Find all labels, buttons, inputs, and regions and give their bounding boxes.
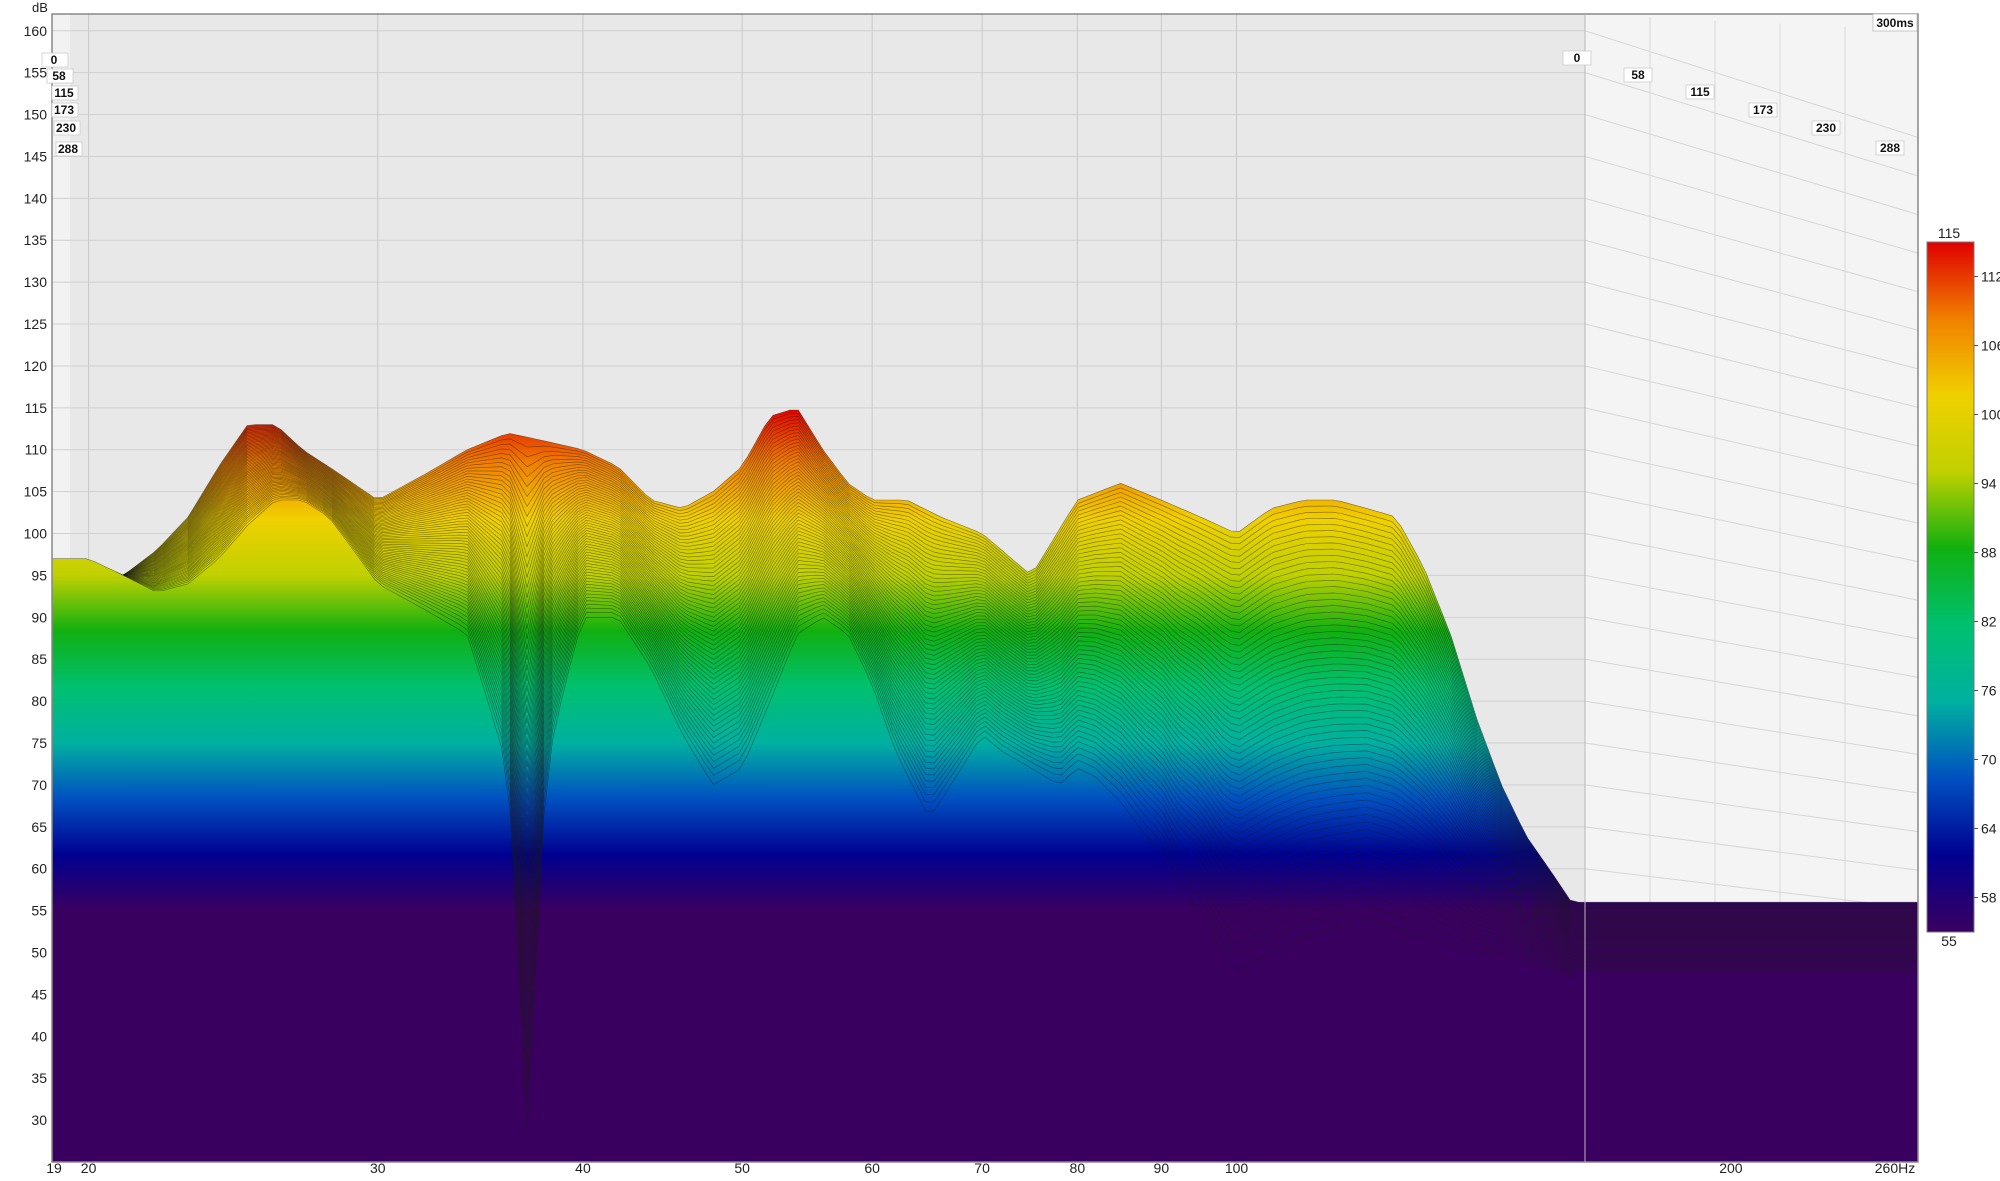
y-tick-label: 35 (31, 1070, 47, 1086)
legend-min-label: 55 (1941, 933, 1957, 949)
y-tick-label: 30 (31, 1112, 47, 1128)
x-tick-label: 200 (1719, 1160, 1743, 1176)
legend-tick-label: 64 (1981, 821, 1997, 837)
x-tick-label: 40 (575, 1160, 591, 1176)
time-slice-marker: 115 (1685, 84, 1715, 100)
legend-colorbar (1926, 241, 1975, 933)
legend-tick-label: 82 (1981, 614, 1997, 630)
time-slice-label: 230 (1816, 121, 1836, 135)
x-tick-label: 20 (81, 1160, 97, 1176)
time-slice-marker-left: 173 (51, 102, 79, 118)
y-tick-label: 65 (31, 819, 47, 835)
time-slice-label: 115 (1690, 85, 1710, 99)
y-tick-label: 150 (24, 107, 48, 123)
legend-tick-label: 58 (1981, 890, 1997, 906)
y-tick-label: 90 (31, 609, 47, 625)
y-tick-label: 110 (25, 442, 48, 458)
x-tick-label: 50 (734, 1160, 750, 1176)
y-tick-label: 85 (31, 651, 47, 667)
x-tick-label: 19 (46, 1160, 62, 1176)
legend-tick-label: 94 (1981, 476, 1997, 492)
y-tick-label: 75 (31, 735, 47, 751)
time-slice-label-left: 0 (51, 53, 58, 67)
waterfall-chart: dB 30 35 40 45 50 55 60 65 70 75 80 85 90 95 100 105 110 1… (0, 0, 2000, 1176)
time-slice-label: 173 (1753, 103, 1773, 117)
y-tick-label: 160 (24, 23, 48, 39)
y-tick-label: 120 (24, 358, 48, 374)
y-tick-label: 105 (24, 484, 48, 500)
time-slice-marker: 288 (1875, 140, 1905, 156)
time-slice-marker: 0 (1562, 50, 1592, 66)
y-tick-label: 60 (31, 861, 47, 877)
time-slice-marker-left: 0 (41, 52, 69, 68)
color-legend: 115 55 58 64 70 76 82 88 94 100 106 112 (1926, 225, 2000, 949)
y-tick-label: 125 (24, 316, 48, 332)
x-tick-label: 30 (370, 1160, 386, 1176)
y-tick-label: 70 (31, 777, 47, 793)
time-slice-label-left: 288 (58, 142, 78, 156)
time-slice-marker-left: 115 (51, 85, 79, 101)
legend-tick-label: 88 (1981, 545, 1997, 561)
time-slice-label-left: 173 (54, 103, 74, 117)
y-tick-label: 130 (24, 274, 48, 290)
y-tick-label: 50 (31, 945, 47, 961)
x-tick-label: 260Hz (1875, 1160, 1915, 1176)
y-tick-label: 100 (24, 526, 48, 542)
y-axis-unit: dB (32, 0, 48, 15)
time-slice-marker: 58 (1623, 67, 1653, 83)
time-max-label: 300ms (1876, 16, 1914, 30)
time-slice-label-left: 230 (56, 121, 76, 135)
y-tick-label: 140 (24, 190, 48, 206)
time-slice-label: 0 (1574, 51, 1581, 65)
x-tick-label: 60 (864, 1160, 880, 1176)
y-tick-label: 80 (31, 693, 47, 709)
legend-tick-label: 76 (1981, 683, 1997, 699)
y-tick-label: 115 (25, 400, 48, 416)
legend-tick-label: 106 (1981, 338, 2000, 354)
y-tick-label: 45 (31, 986, 47, 1002)
y-tick-label: 145 (24, 148, 48, 164)
y-tick-label: 135 (24, 232, 48, 248)
time-slice-label-left: 58 (52, 69, 66, 83)
legend-tick-label: 112 (1981, 269, 2000, 285)
time-slice-marker: 173 (1748, 102, 1778, 118)
time-slice-label: 58 (1631, 68, 1645, 82)
x-tick-label: 80 (1070, 1160, 1086, 1176)
time-slice-label: 288 (1880, 141, 1900, 155)
legend-tick-label: 70 (1981, 752, 1997, 768)
y-tick-label: 55 (31, 903, 47, 919)
time-slice-marker-left: 58 (46, 68, 74, 84)
y-tick-label: 40 (31, 1028, 47, 1044)
time-slice-label-left: 115 (54, 86, 74, 100)
time-slice-marker-left: 288 (55, 141, 83, 157)
time-max-marker: 300ms (1872, 13, 1918, 32)
time-slice-marker-left: 230 (53, 120, 81, 136)
x-tick-label: 70 (974, 1160, 990, 1176)
x-tick-label: 100 (1225, 1160, 1249, 1176)
x-tick-label: 90 (1154, 1160, 1170, 1176)
time-slice-marker: 230 (1811, 120, 1841, 136)
y-tick-label: 95 (31, 567, 47, 583)
legend-max-label: 115 (1938, 225, 1961, 241)
chart-svg: dB 30 35 40 45 50 55 60 65 70 75 80 85 90 95 100 105 110 1… (24, 0, 2000, 1176)
legend-tick-label: 100 (1981, 407, 2000, 423)
